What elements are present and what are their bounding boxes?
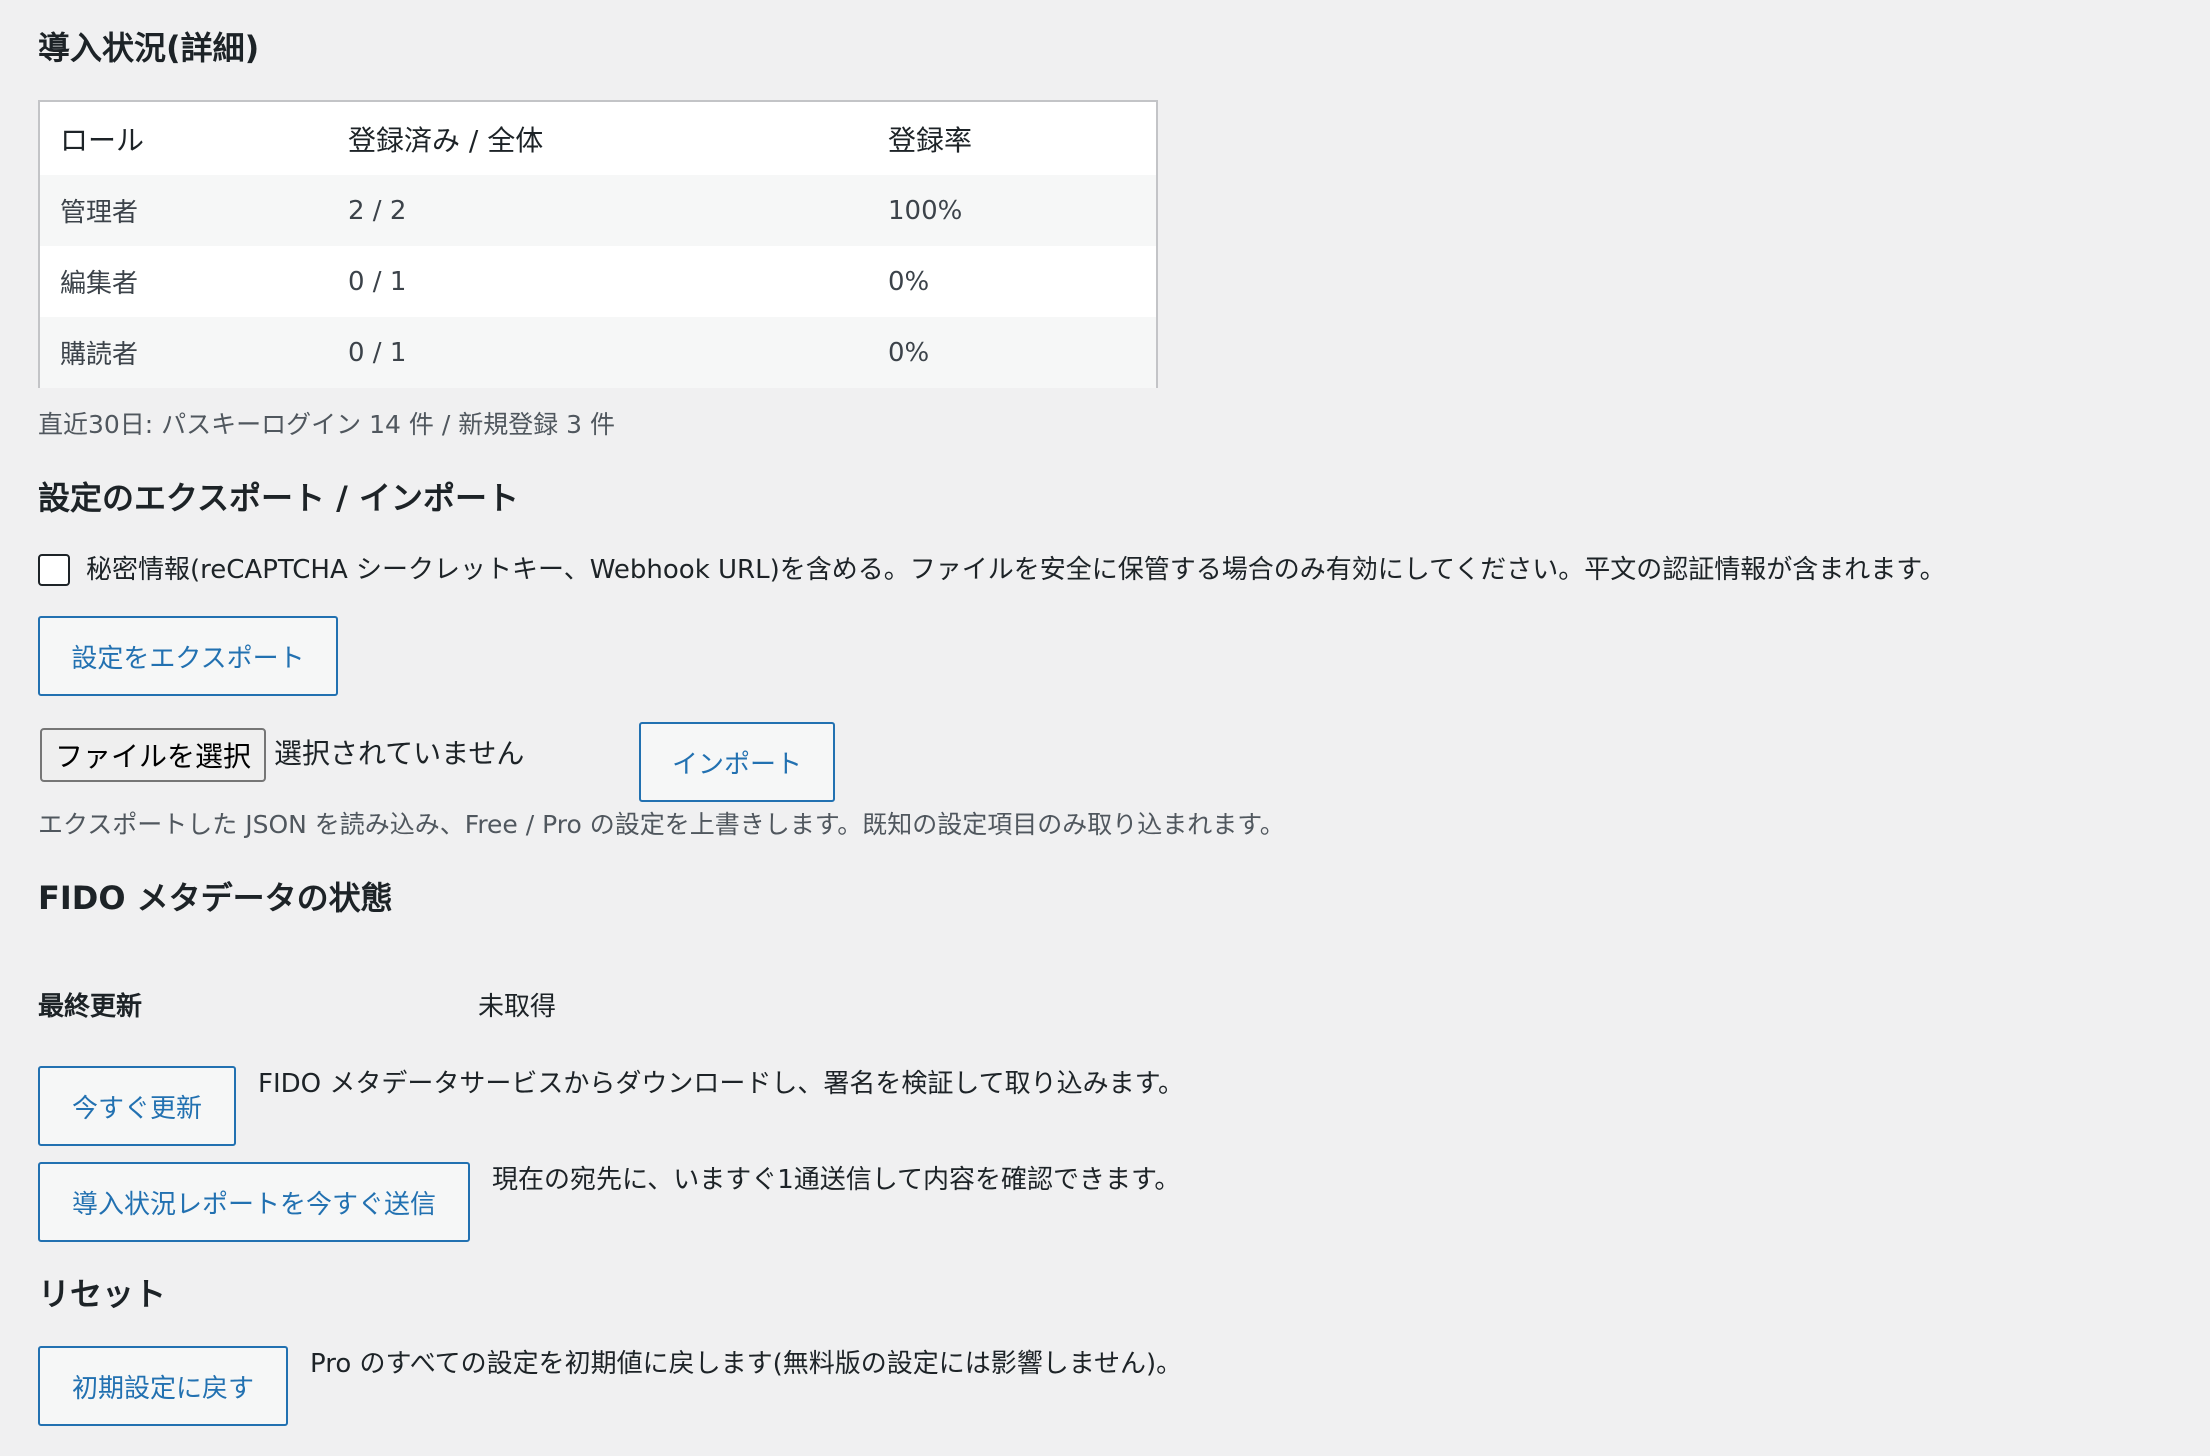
cell-ratio: 0 / 1 bbox=[348, 337, 407, 368]
table-header-row: ロール 登録済み / 全体 登録率 bbox=[40, 102, 1156, 177]
cell-role: 編集者 bbox=[60, 269, 139, 299]
cell-role: 購読者 bbox=[60, 340, 139, 370]
cell-ratio: 0 / 1 bbox=[348, 266, 407, 297]
activity-summary: 直近30日: パスキーログイン 14 件 / 新規登録 3 件 bbox=[38, 410, 616, 439]
include-secrets-checkbox[interactable] bbox=[38, 554, 70, 586]
reset-defaults-button[interactable]: 初期設定に戻す bbox=[38, 1346, 288, 1426]
header-rate: 登録率 bbox=[888, 123, 973, 157]
cell-rate: 0% bbox=[888, 337, 930, 368]
import-button[interactable]: インポート bbox=[639, 722, 835, 802]
cell-role: 管理者 bbox=[60, 198, 139, 228]
choose-file-button[interactable]: ファイルを選択 bbox=[40, 728, 266, 782]
table-row: 管理者 2 / 2 100% bbox=[40, 175, 1156, 246]
update-now-button[interactable]: 今すぐ更新 bbox=[38, 1066, 236, 1146]
reset-title: リセット bbox=[38, 1275, 167, 1313]
report-description: 現在の宛先に、いますぐ1通送信して内容を確認できます。 bbox=[492, 1165, 1181, 1195]
export-settings-button[interactable]: 設定をエクスポート bbox=[38, 616, 338, 696]
include-secrets-label: 秘密情報(reCAPTCHA シークレットキー、Webhook URL)を含める… bbox=[86, 555, 1946, 585]
send-report-button[interactable]: 導入状況レポートを今すぐ送信 bbox=[38, 1162, 470, 1242]
cell-rate: 100% bbox=[888, 195, 963, 226]
table-row: 購読者 0 / 1 0% bbox=[40, 317, 1156, 388]
last-updated-value: 未取得 bbox=[478, 992, 557, 1022]
import-note: エクスポートした JSON を読み込み、Free / Pro の設定を上書きしま… bbox=[38, 810, 1285, 839]
details-title: 導入状況(詳細) bbox=[38, 29, 260, 67]
file-status: 選択されていません bbox=[274, 737, 525, 770]
header-ratio: 登録済み / 全体 bbox=[348, 123, 544, 157]
cell-rate: 0% bbox=[888, 266, 930, 297]
header-role: ロール bbox=[60, 123, 145, 157]
update-description: FIDO メタデータサービスからダウンロードし、署名を検証して取り込みます。 bbox=[258, 1069, 1184, 1099]
table-row: 編集者 0 / 1 0% bbox=[40, 246, 1156, 317]
reset-description: Pro のすべての設定を初期値に戻します(無料版の設定には影響しません)。 bbox=[310, 1349, 1183, 1379]
role-stats-table: ロール 登録済み / 全体 登録率 管理者 2 / 2 100% 編集者 0 /… bbox=[38, 100, 1158, 388]
export-import-title: 設定のエクスポート / インポート bbox=[38, 479, 520, 517]
cell-ratio: 2 / 2 bbox=[348, 195, 407, 226]
fido-title: FIDO メタデータの状態 bbox=[38, 879, 393, 917]
last-updated-label: 最終更新 bbox=[38, 992, 143, 1022]
